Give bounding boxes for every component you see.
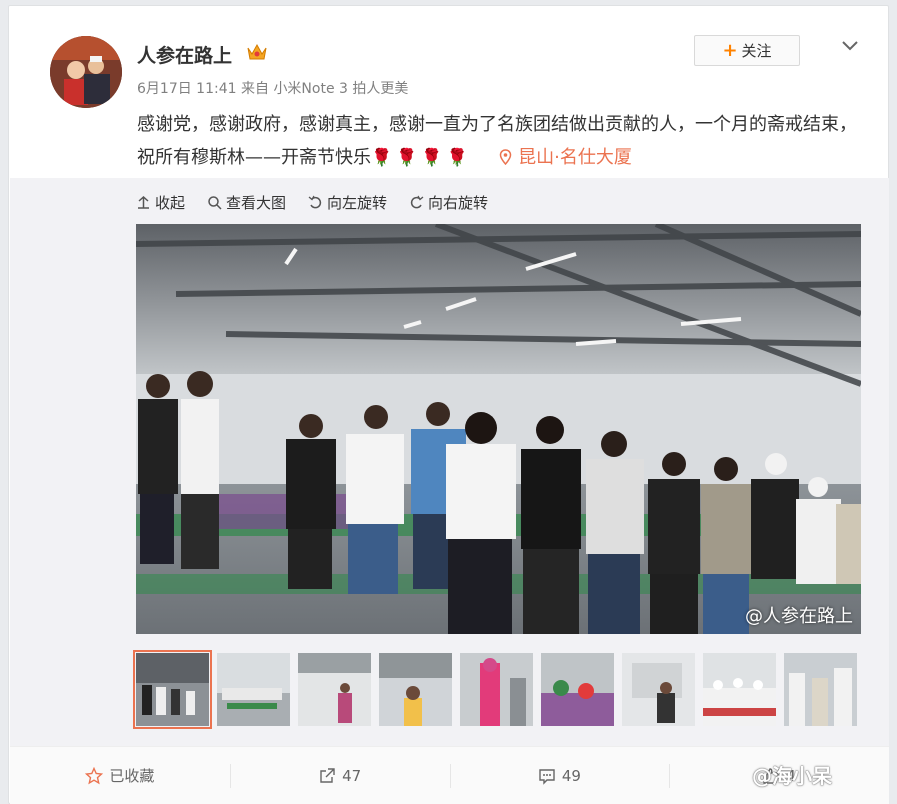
rotate-left-label: 向左旋转 [327, 194, 388, 212]
rotate-right-icon [410, 195, 424, 209]
username[interactable]: 人参在路上 [137, 41, 232, 68]
comment-button[interactable]: 49 [449, 747, 670, 804]
thumbnail[interactable] [703, 653, 776, 726]
post-date[interactable]: 6月17日 11:41 [137, 81, 237, 97]
view-large-label: 查看大图 [226, 194, 287, 212]
collapse-icon [138, 195, 149, 209]
repost-count: 47 [342, 766, 362, 785]
collapse-button[interactable]: 收起 [136, 192, 185, 213]
favorite-label: 已收藏 [109, 767, 155, 785]
chevron-down-icon[interactable] [839, 34, 861, 56]
location-pin-icon [500, 149, 512, 166]
view-large-button[interactable]: 查看大图 [207, 192, 286, 213]
repost-icon [320, 767, 335, 783]
thumbnail-strip [133, 650, 857, 729]
media-panel: 收起 查看大图 向左旋转 向右旋转 @人参在路上 [10, 178, 889, 746]
thumbnail[interactable] [379, 653, 452, 726]
thumbnail[interactable] [460, 653, 533, 726]
collapse-label: 收起 [155, 194, 186, 212]
main-photo[interactable]: @人参在路上 [136, 224, 861, 634]
rotate-left-icon [308, 195, 322, 209]
search-icon [208, 196, 222, 210]
post-text: 感谢党，感谢政府，感谢真主，感谢一直为了名族团结做出贡献的人，一个月的斋戒结束，… [137, 108, 857, 175]
post-device[interactable]: 小米Note 3 拍人更美 [273, 81, 408, 97]
post-meta: 6月17日 11:41 来自 小米Note 3 拍人更美 [137, 78, 408, 98]
thumbnail[interactable] [541, 653, 614, 726]
follow-button[interactable]: + 关注 [694, 35, 800, 66]
prayer-hall-image [136, 224, 861, 634]
repost-button[interactable]: 47 [229, 747, 450, 804]
rotate-left-button[interactable]: 向左旋转 [308, 192, 387, 213]
thumbnail[interactable] [217, 653, 290, 726]
thumbnail[interactable] [622, 653, 695, 726]
star-icon [85, 766, 104, 784]
media-toolbar: 收起 查看大图 向左旋转 向右旋转 [136, 192, 500, 213]
rotate-right-label: 向右旋转 [428, 194, 489, 212]
thumbnail[interactable] [133, 650, 212, 729]
corner-watermark: @海小呆 [752, 764, 832, 788]
rose-emojis: 🌹🌹🌹🌹 [371, 148, 472, 168]
thumbnail[interactable] [298, 653, 371, 726]
location-label: 昆山·名仕大厦 [518, 147, 632, 168]
source-prefix: 来自 [240, 81, 269, 97]
rotate-right-button[interactable]: 向右旋转 [409, 192, 488, 213]
comment-icon [539, 768, 555, 785]
photo-watermark: @人参在路上 [745, 606, 853, 627]
weibo-post-card: 人参在路上 6月17日 11:41 来自 小米Note 3 拍人更美 + 关注 … [8, 5, 889, 804]
location-link[interactable]: 昆山·名仕大厦 [494, 147, 632, 168]
crown-icon[interactable] [246, 42, 268, 62]
follow-label: 关注 [741, 42, 772, 60]
plus-icon: + [722, 40, 738, 61]
favorite-button[interactable]: 已收藏 [10, 747, 230, 804]
thumbnail[interactable] [784, 653, 857, 726]
comment-count: 49 [561, 766, 581, 785]
avatar[interactable] [50, 36, 122, 108]
